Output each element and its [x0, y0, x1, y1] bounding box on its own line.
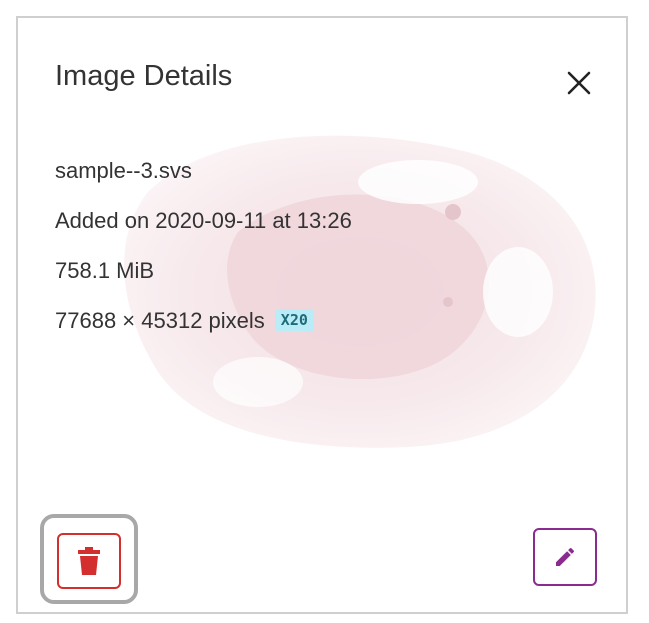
- image-added-date: Added on 2020-09-11 at 13:26: [55, 208, 352, 233]
- panel-title: Image Details: [55, 60, 233, 92]
- image-metadata: sample--3.svs Added on 2020-09-11 at 13:…: [55, 156, 352, 356]
- panel-header: Image Details: [18, 18, 626, 122]
- close-icon[interactable]: [562, 66, 596, 100]
- delete-button-focus-ring: [40, 514, 138, 604]
- image-filename: sample--3.svs: [55, 158, 192, 183]
- image-dimensions: 77688 × 45312 pixels: [55, 308, 265, 333]
- image-details-panel: Image Details sample--3.svs Added on 202…: [16, 16, 628, 614]
- image-file-size: 758.1 MiB: [55, 258, 155, 283]
- magnification-badge: X20: [274, 309, 314, 331]
- image-dimensions-row: 77688 × 45312 pixels X20: [55, 306, 352, 356]
- pencil-icon: [556, 547, 575, 566]
- trash-icon: [78, 547, 100, 575]
- delete-button[interactable]: [57, 533, 121, 589]
- edit-button[interactable]: [533, 528, 597, 586]
